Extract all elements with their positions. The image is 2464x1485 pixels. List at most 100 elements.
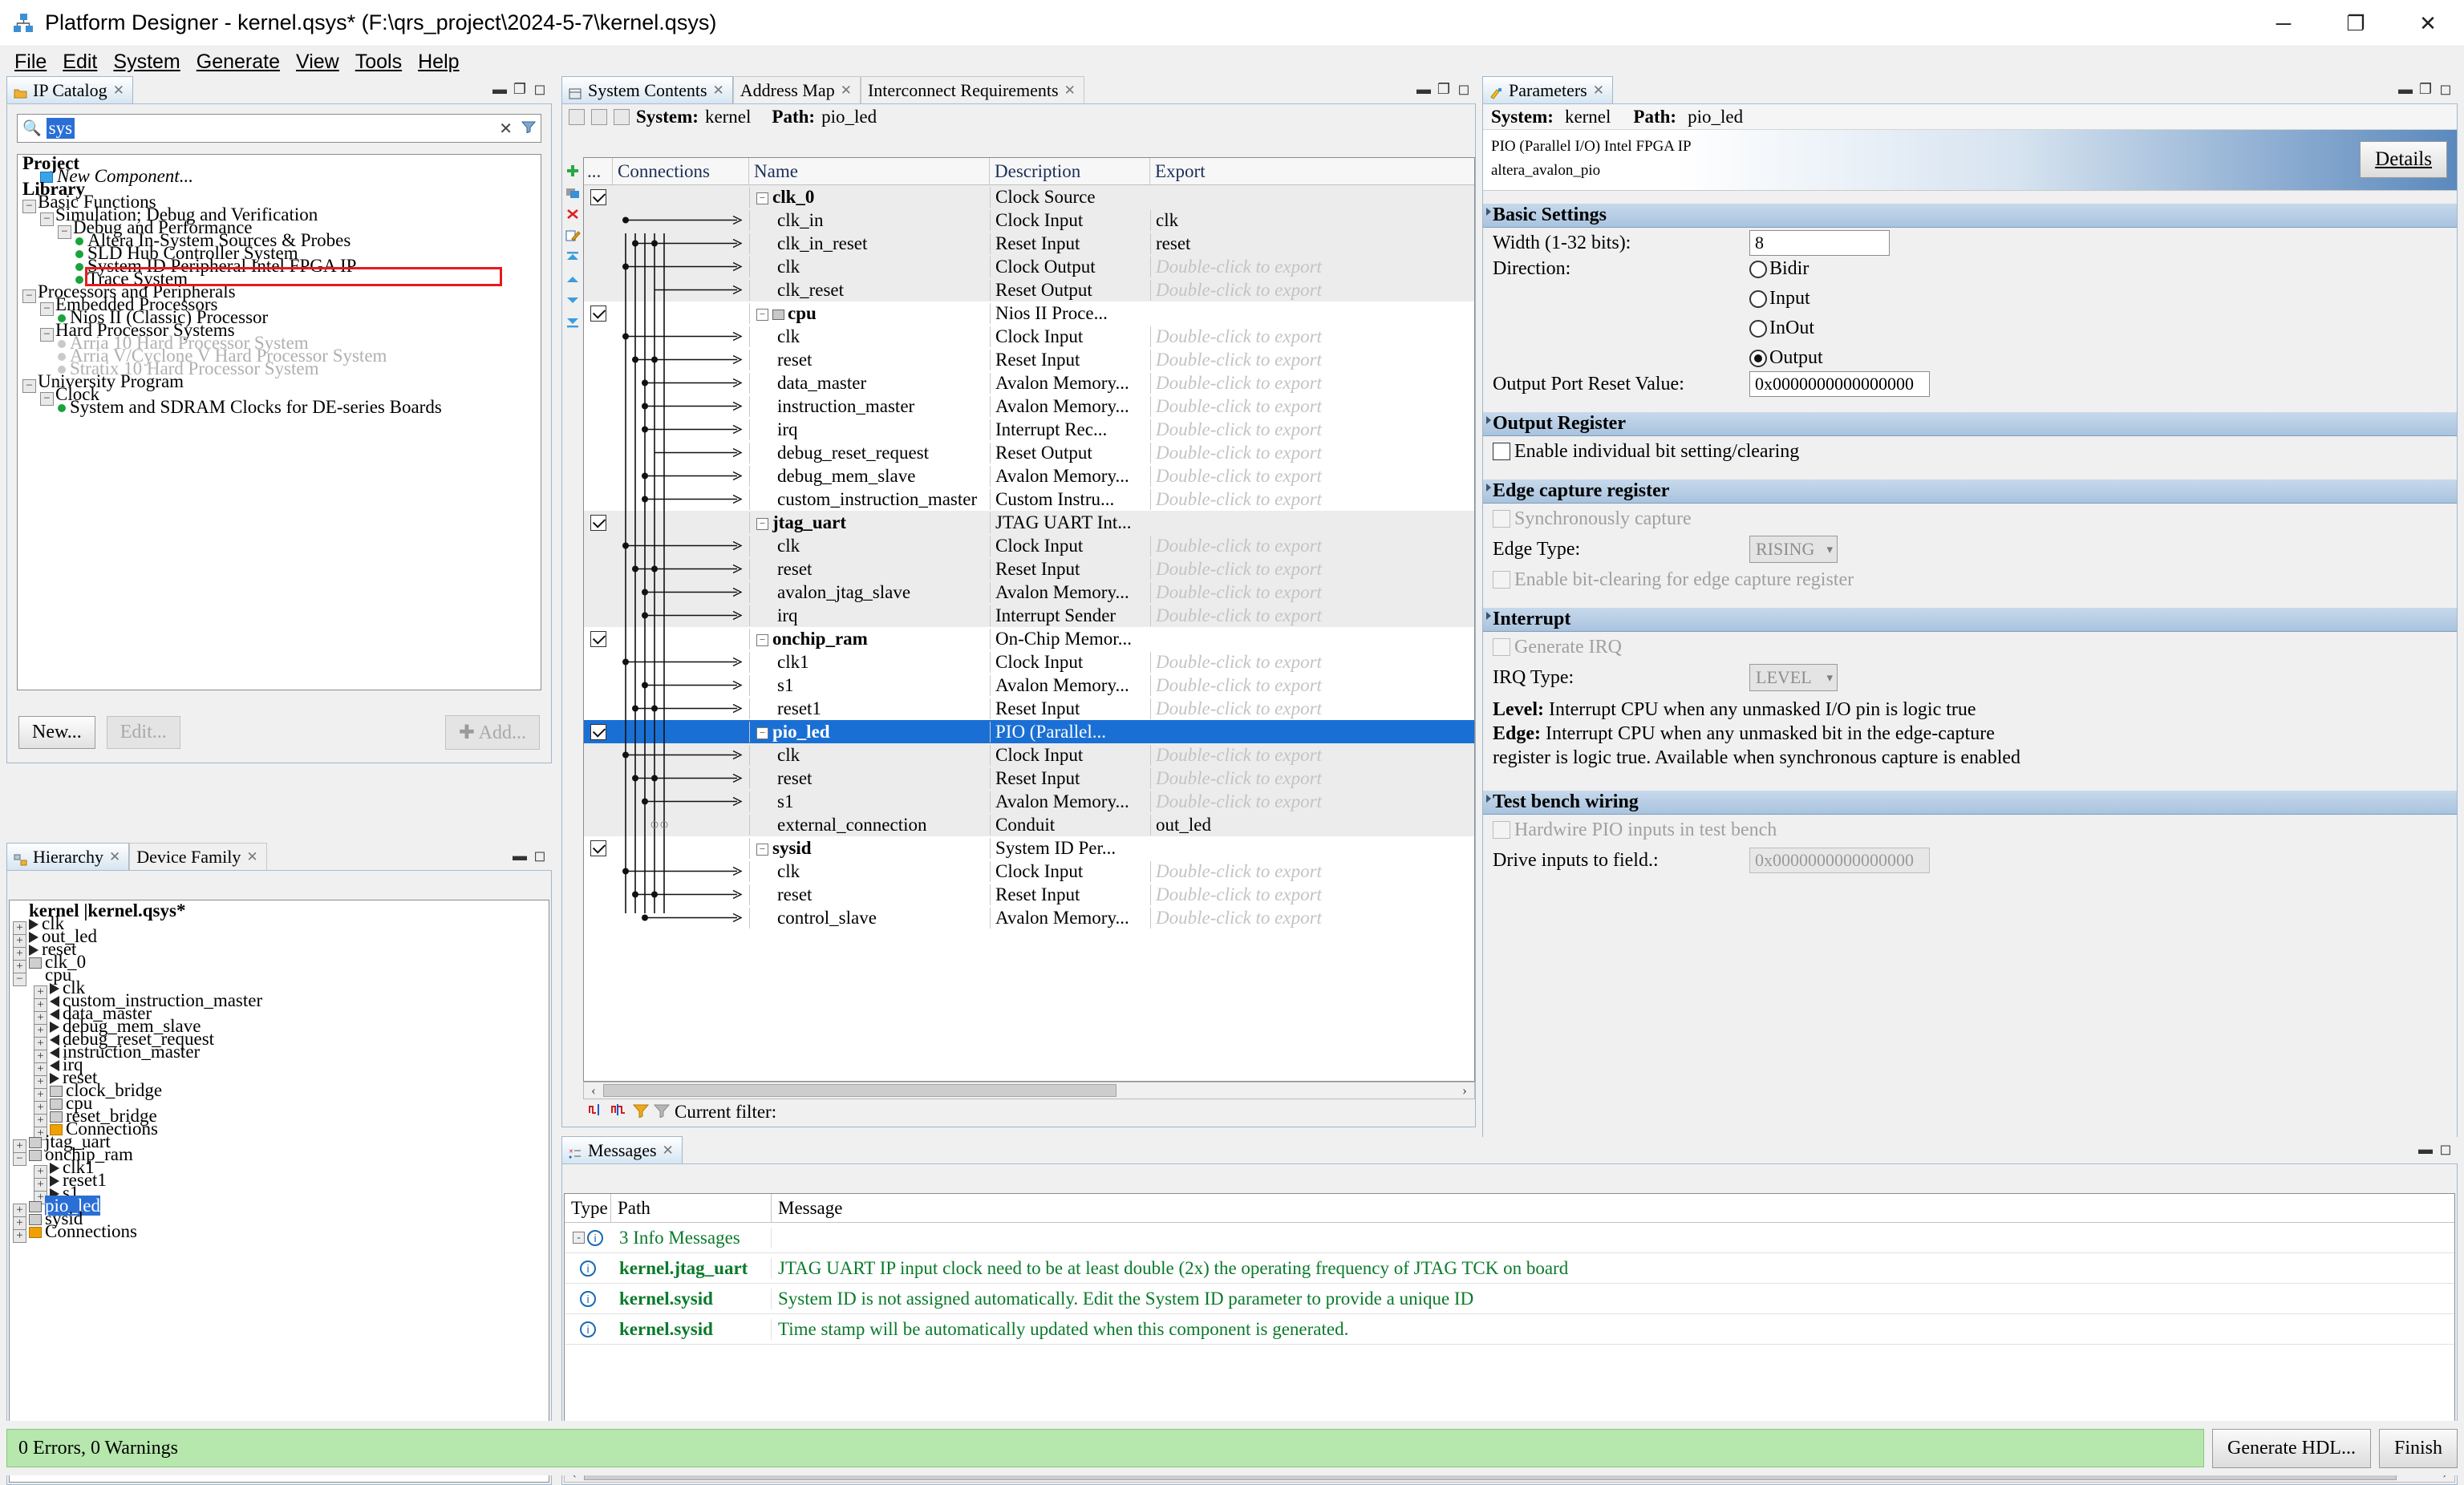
table-row[interactable]: clk_inClock Inputclk	[584, 208, 1474, 232]
enable-checkbox[interactable]	[590, 840, 606, 856]
expander-icon[interactable]: +	[13, 1229, 26, 1243]
collapse-icon[interactable]: −	[756, 192, 768, 204]
export-cell[interactable]: Double-click to export	[1150, 605, 1474, 626]
table-row[interactable]: custom_instruction_masterCustom Instru..…	[584, 488, 1474, 511]
messages-group-row[interactable]: - i 3 Info Messages	[565, 1223, 2454, 1253]
connections-cell[interactable]	[613, 488, 749, 511]
tab-device-family[interactable]: Device Family ✕	[129, 843, 266, 870]
table-row[interactable]: debug_mem_slaveAvalon Memory...Double-cl…	[584, 464, 1474, 488]
export-cell[interactable]: clk	[1150, 210, 1474, 231]
enable-checkbox[interactable]	[590, 515, 606, 531]
export-cell[interactable]: Double-click to export	[1150, 698, 1474, 719]
close-button[interactable]: ✕	[2392, 0, 2464, 47]
filter-off-icon[interactable]	[654, 1102, 670, 1123]
table-row[interactable]: resetReset InputDouble-click to export	[584, 767, 1474, 790]
new-button[interactable]: New...	[18, 716, 95, 749]
connections-cell[interactable]	[613, 743, 749, 767]
generate-irq-checkbox[interactable]: Generate IRQ	[1493, 637, 1622, 658]
minimize-icon[interactable]: ▬	[2398, 82, 2413, 96]
hierarchy-item[interactable]: +Connections	[10, 1223, 549, 1236]
table-row[interactable]: external_connectionConduitout_led	[584, 813, 1474, 836]
menu-tools[interactable]: Tools	[347, 49, 410, 75]
enable-checkbox[interactable]	[590, 305, 606, 322]
export-cell[interactable]: Double-click to export	[1150, 489, 1474, 510]
export-cell[interactable]: Double-click to export	[1150, 861, 1474, 882]
table-row[interactable]: irqInterrupt Rec...Double-click to expor…	[584, 418, 1474, 441]
table-row[interactable]: clkClock InputDouble-click to export	[584, 743, 1474, 767]
export-cell[interactable]: Double-click to export	[1150, 768, 1474, 789]
duplicate-icon[interactable]	[563, 184, 582, 201]
funnel-icon[interactable]	[521, 120, 536, 137]
connections-cell[interactable]	[613, 185, 749, 208]
hierarchy-item[interactable]: +clk_0	[10, 953, 549, 966]
connections-cell[interactable]	[613, 232, 749, 255]
tab-system-contents[interactable]: System Contents ✕	[561, 76, 733, 103]
collapse-icon[interactable]: −	[756, 634, 768, 646]
menu-edit[interactable]: Edit	[55, 49, 105, 75]
generate-hdl-button[interactable]: Generate HDL...	[2212, 1429, 2371, 1468]
section-interrupt[interactable]: Interrupt	[1483, 608, 2457, 632]
close-icon[interactable]: ✕	[663, 1143, 674, 1159]
table-row[interactable]: −clk_0Clock Source	[584, 185, 1474, 208]
move-top-icon[interactable]	[563, 249, 582, 266]
details-button[interactable]: Details	[2360, 141, 2447, 178]
direction-radio-output[interactable]: Output	[1749, 347, 1823, 369]
enable-checkbox[interactable]	[590, 189, 606, 205]
width-input[interactable]: 8	[1749, 230, 1890, 256]
export-cell[interactable]: Double-click to export	[1150, 396, 1474, 417]
expand-all-icon[interactable]	[591, 109, 607, 125]
edge-type-select[interactable]: RISING ▾	[1749, 536, 1838, 563]
connections-cell[interactable]	[613, 627, 749, 650]
table-row[interactable]: debug_reset_requestReset OutputDouble-cl…	[584, 441, 1474, 464]
restore-icon[interactable]: ❐	[513, 82, 527, 96]
connections-cell[interactable]	[613, 511, 749, 534]
table-row[interactable]: s1Avalon Memory...Double-click to export	[584, 674, 1474, 697]
connections-cell[interactable]	[613, 650, 749, 674]
tab-ip-catalog[interactable]: IP Catalog ✕	[6, 76, 133, 103]
connections-cell[interactable]	[613, 906, 749, 929]
edit-button[interactable]: Edit...	[107, 716, 180, 749]
maximize-icon[interactable]: ◻	[2438, 1142, 2453, 1156]
connections-cell[interactable]	[613, 534, 749, 557]
table-row[interactable]: clkClock OutputDouble-click to export	[584, 255, 1474, 278]
menu-help[interactable]: Help	[410, 49, 467, 75]
connections-cell[interactable]	[613, 301, 749, 325]
minimize-button[interactable]: ─	[2247, 0, 2320, 47]
hierarchy-item[interactable]: kernel |kernel.qsys*	[10, 902, 549, 915]
export-cell[interactable]: Double-click to export	[1150, 582, 1474, 603]
export-cell[interactable]: Double-click to export	[1150, 652, 1474, 673]
table-row[interactable]: clk1Clock InputDouble-click to export	[584, 650, 1474, 674]
output-port-reset-input[interactable]: 0x0000000000000000	[1749, 371, 1930, 397]
menu-system[interactable]: System	[105, 49, 188, 75]
export-cell[interactable]: Double-click to export	[1150, 257, 1474, 277]
scrollbar-thumb[interactable]	[603, 1084, 1116, 1097]
connections-cell[interactable]	[613, 255, 749, 278]
export-cell[interactable]: Double-click to export	[1150, 908, 1474, 929]
connections-cell[interactable]	[613, 720, 749, 743]
show-signals-icon[interactable]	[588, 1102, 606, 1123]
drive-inputs-input[interactable]: 0x0000000000000000	[1749, 848, 1930, 873]
hierarchy-item[interactable]: +reset1	[10, 1171, 549, 1184]
move-down-icon[interactable]	[563, 292, 582, 310]
connections-cell[interactable]	[613, 278, 749, 301]
section-output-register[interactable]: Output Register	[1483, 412, 2457, 436]
clear-search-icon[interactable]: ✕	[495, 119, 517, 139]
connections-cell[interactable]	[613, 790, 749, 813]
direction-radio-inout[interactable]: InOut	[1749, 318, 1823, 339]
export-cell[interactable]: Double-click to export	[1150, 373, 1474, 394]
section-edge-capture-register[interactable]: Edge capture register	[1483, 479, 2457, 504]
enable-checkbox[interactable]	[590, 631, 606, 647]
scroll-left-icon[interactable]: ‹	[584, 1082, 603, 1099]
connections-cell[interactable]	[613, 767, 749, 790]
section-basic-settings[interactable]: Basic Settings	[1483, 204, 2457, 228]
close-icon[interactable]: ✕	[841, 83, 852, 99]
connections-cell[interactable]	[613, 557, 749, 581]
menu-generate[interactable]: Generate	[188, 49, 288, 75]
hierarchy-item[interactable]: +pio_led	[10, 1197, 549, 1210]
table-row[interactable]: resetReset InputDouble-click to export	[584, 557, 1474, 581]
group-expander[interactable]: - i	[565, 1230, 611, 1246]
collapse-icon[interactable]: -	[573, 1232, 585, 1244]
section-test-bench-wiring[interactable]: Test bench wiring	[1483, 791, 2457, 815]
close-icon[interactable]: ✕	[246, 849, 257, 865]
connections-cell[interactable]	[613, 348, 749, 371]
